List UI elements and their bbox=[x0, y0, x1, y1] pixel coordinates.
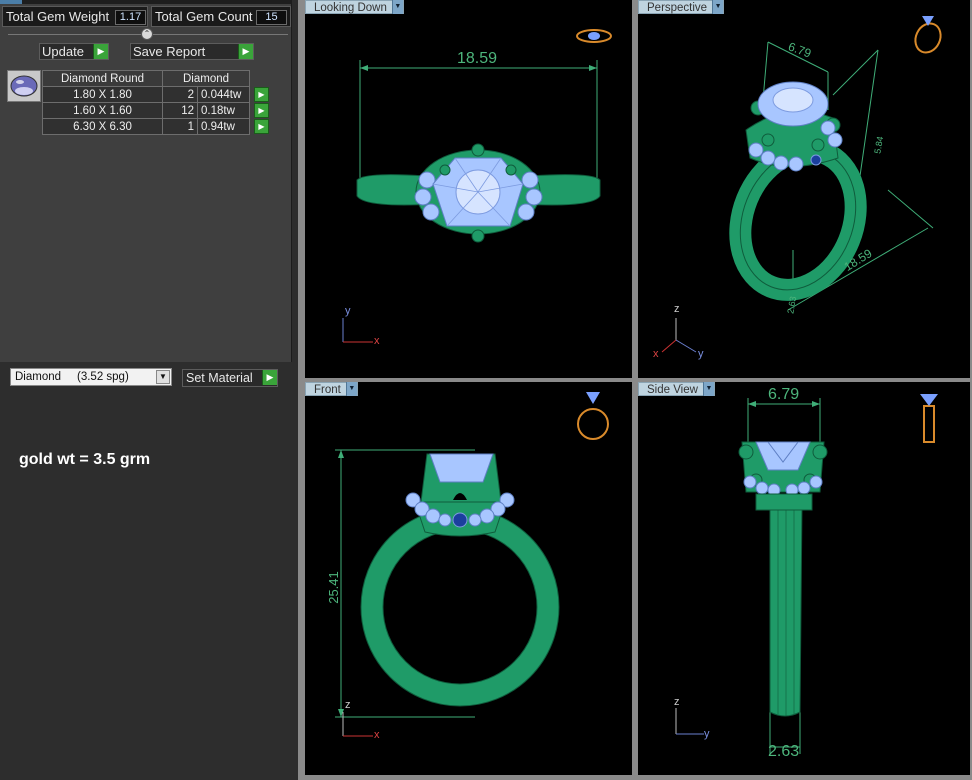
gem-table-header: Diamond Round Diamond bbox=[42, 70, 250, 87]
diamond-round-icon bbox=[7, 70, 41, 102]
note-text: gold wt = 3.5 grm bbox=[19, 451, 151, 468]
viewport-title-looking-down[interactable]: Looking Down ▼ bbox=[305, 0, 404, 14]
viewport-title-front[interactable]: Front ▼ bbox=[305, 382, 358, 396]
viewport-title-text: Perspective bbox=[647, 2, 708, 14]
gem-table-header-material: Diamond bbox=[162, 70, 250, 87]
update-button[interactable]: Update ▶ bbox=[39, 43, 109, 60]
row-play-icon[interactable]: ▶ bbox=[254, 87, 269, 102]
viewport-grid: Looking Down ▼ 18.59 y x Perspective ▼ 6… bbox=[298, 0, 972, 780]
set-material-button[interactable]: Set Material ▶ bbox=[182, 369, 278, 387]
axis-label-x: x bbox=[374, 335, 380, 347]
gem-weight: 0.18tw bbox=[201, 104, 235, 117]
row-play-icon[interactable]: ▶ bbox=[254, 103, 269, 118]
viewport-title-text: Front bbox=[314, 384, 341, 396]
gem-table: Diamond Round Diamond 1.80 X 1.80 2 0.04… bbox=[42, 70, 269, 135]
gem-count: 2 bbox=[162, 86, 198, 103]
viewport-title-perspective[interactable]: Perspective ▼ bbox=[638, 0, 725, 14]
chevron-down-icon[interactable]: ▼ bbox=[345, 382, 357, 396]
viewport-title-text: Looking Down bbox=[314, 2, 387, 14]
gem-weight: 0.94tw bbox=[201, 120, 235, 133]
chevron-down-icon[interactable]: ▼ bbox=[712, 0, 724, 14]
gem-table-header-shape: Diamond Round bbox=[42, 70, 163, 87]
panel-tab-strip bbox=[0, 0, 292, 4]
chevron-down-icon[interactable]: ▼ bbox=[156, 370, 170, 384]
gem-report-panel: Total Gem Weight 1.17 Total Gem Count 15… bbox=[0, 0, 292, 362]
app-window: Total Gem Weight 1.17 Total Gem Count 15… bbox=[0, 0, 972, 780]
total-gem-weight-value: 1.17 bbox=[115, 10, 146, 25]
viewport-front[interactable]: Front ▼ 25.41 z x bbox=[305, 382, 632, 775]
save-report-button-label: Save Report bbox=[133, 44, 206, 59]
total-gem-weight: Total Gem Weight 1.17 bbox=[2, 6, 148, 27]
update-button-label: Update bbox=[42, 44, 84, 59]
viewport-looking-down[interactable]: Looking Down ▼ 18.59 y x bbox=[305, 0, 632, 378]
collapse-toggle[interactable]: ⌃ bbox=[141, 28, 153, 40]
gem-size: 1.60 X 1.60 bbox=[42, 102, 163, 119]
row-play-icon[interactable]: ▶ bbox=[254, 119, 269, 134]
axis-label-z: z bbox=[345, 699, 351, 711]
total-gem-count-value: 15 bbox=[256, 10, 287, 25]
gem-count: 1 bbox=[162, 118, 198, 135]
update-play-icon[interactable]: ▶ bbox=[93, 44, 108, 59]
viewport-side-view[interactable]: Side View ▼ 6.79 2.63 z y bbox=[638, 382, 970, 775]
gem-size: 6.30 X 6.30 bbox=[42, 118, 163, 135]
axis-label-z: z bbox=[674, 303, 680, 315]
chevron-down-icon[interactable]: ▼ bbox=[391, 0, 403, 14]
total-gem-count: Total Gem Count 15 bbox=[151, 6, 291, 27]
viewport-title-side-view[interactable]: Side View ▼ bbox=[638, 382, 715, 396]
axis-label-y: y bbox=[704, 728, 710, 740]
front-drawing bbox=[335, 392, 609, 737]
dimension-label: 6.79 bbox=[768, 386, 800, 403]
table-row: 1.80 X 1.80 2 0.044tw ▶ bbox=[42, 86, 269, 103]
table-row: 6.30 X 6.30 1 0.94tw ▶ bbox=[42, 118, 269, 135]
axis-label-y: y bbox=[698, 348, 704, 360]
set-material-label: Set Material bbox=[186, 371, 253, 385]
gem-weight-cell: 0.94tw ▶ bbox=[197, 118, 269, 135]
save-report-button[interactable]: Save Report ▶ bbox=[130, 43, 254, 60]
left-panel: Total Gem Weight 1.17 Total Gem Count 15… bbox=[0, 0, 298, 780]
gem-weight-cell: 0.18tw ▶ bbox=[197, 102, 269, 119]
viewport-perspective[interactable]: Perspective ▼ 6.79 18.59 5.84 2.63 z x y bbox=[638, 0, 970, 378]
save-report-play-icon[interactable]: ▶ bbox=[238, 44, 253, 59]
set-material-play-icon[interactable]: ▶ bbox=[262, 370, 277, 385]
axis-label-x: x bbox=[374, 729, 380, 741]
side-view-drawing bbox=[675, 394, 938, 754]
viewport-title-text: Side View bbox=[647, 384, 698, 396]
material-select[interactable]: Diamond (3.52 spg) ▼ bbox=[10, 368, 172, 386]
gem-weight: 0.044tw bbox=[201, 88, 242, 101]
axis-label-x: x bbox=[653, 348, 659, 360]
axis-label-z: z bbox=[674, 696, 680, 708]
chevron-down-icon[interactable]: ▼ bbox=[702, 382, 714, 396]
material-select-value: Diamond (3.52 spg) bbox=[15, 371, 129, 383]
dimension-label: 25.41 bbox=[325, 571, 341, 604]
gem-size: 1.80 X 1.80 bbox=[42, 86, 163, 103]
gem-count: 12 bbox=[162, 102, 198, 119]
total-gem-count-label: Total Gem Count bbox=[155, 9, 253, 24]
gem-weight-cell: 0.044tw ▶ bbox=[197, 86, 269, 103]
dimension-label: 2.63 bbox=[768, 743, 800, 760]
axis-label-y: y bbox=[345, 305, 351, 317]
dimension-label: 18.59 bbox=[457, 50, 498, 67]
total-gem-weight-label: Total Gem Weight bbox=[6, 9, 110, 24]
table-row: 1.60 X 1.60 12 0.18tw ▶ bbox=[42, 102, 269, 119]
